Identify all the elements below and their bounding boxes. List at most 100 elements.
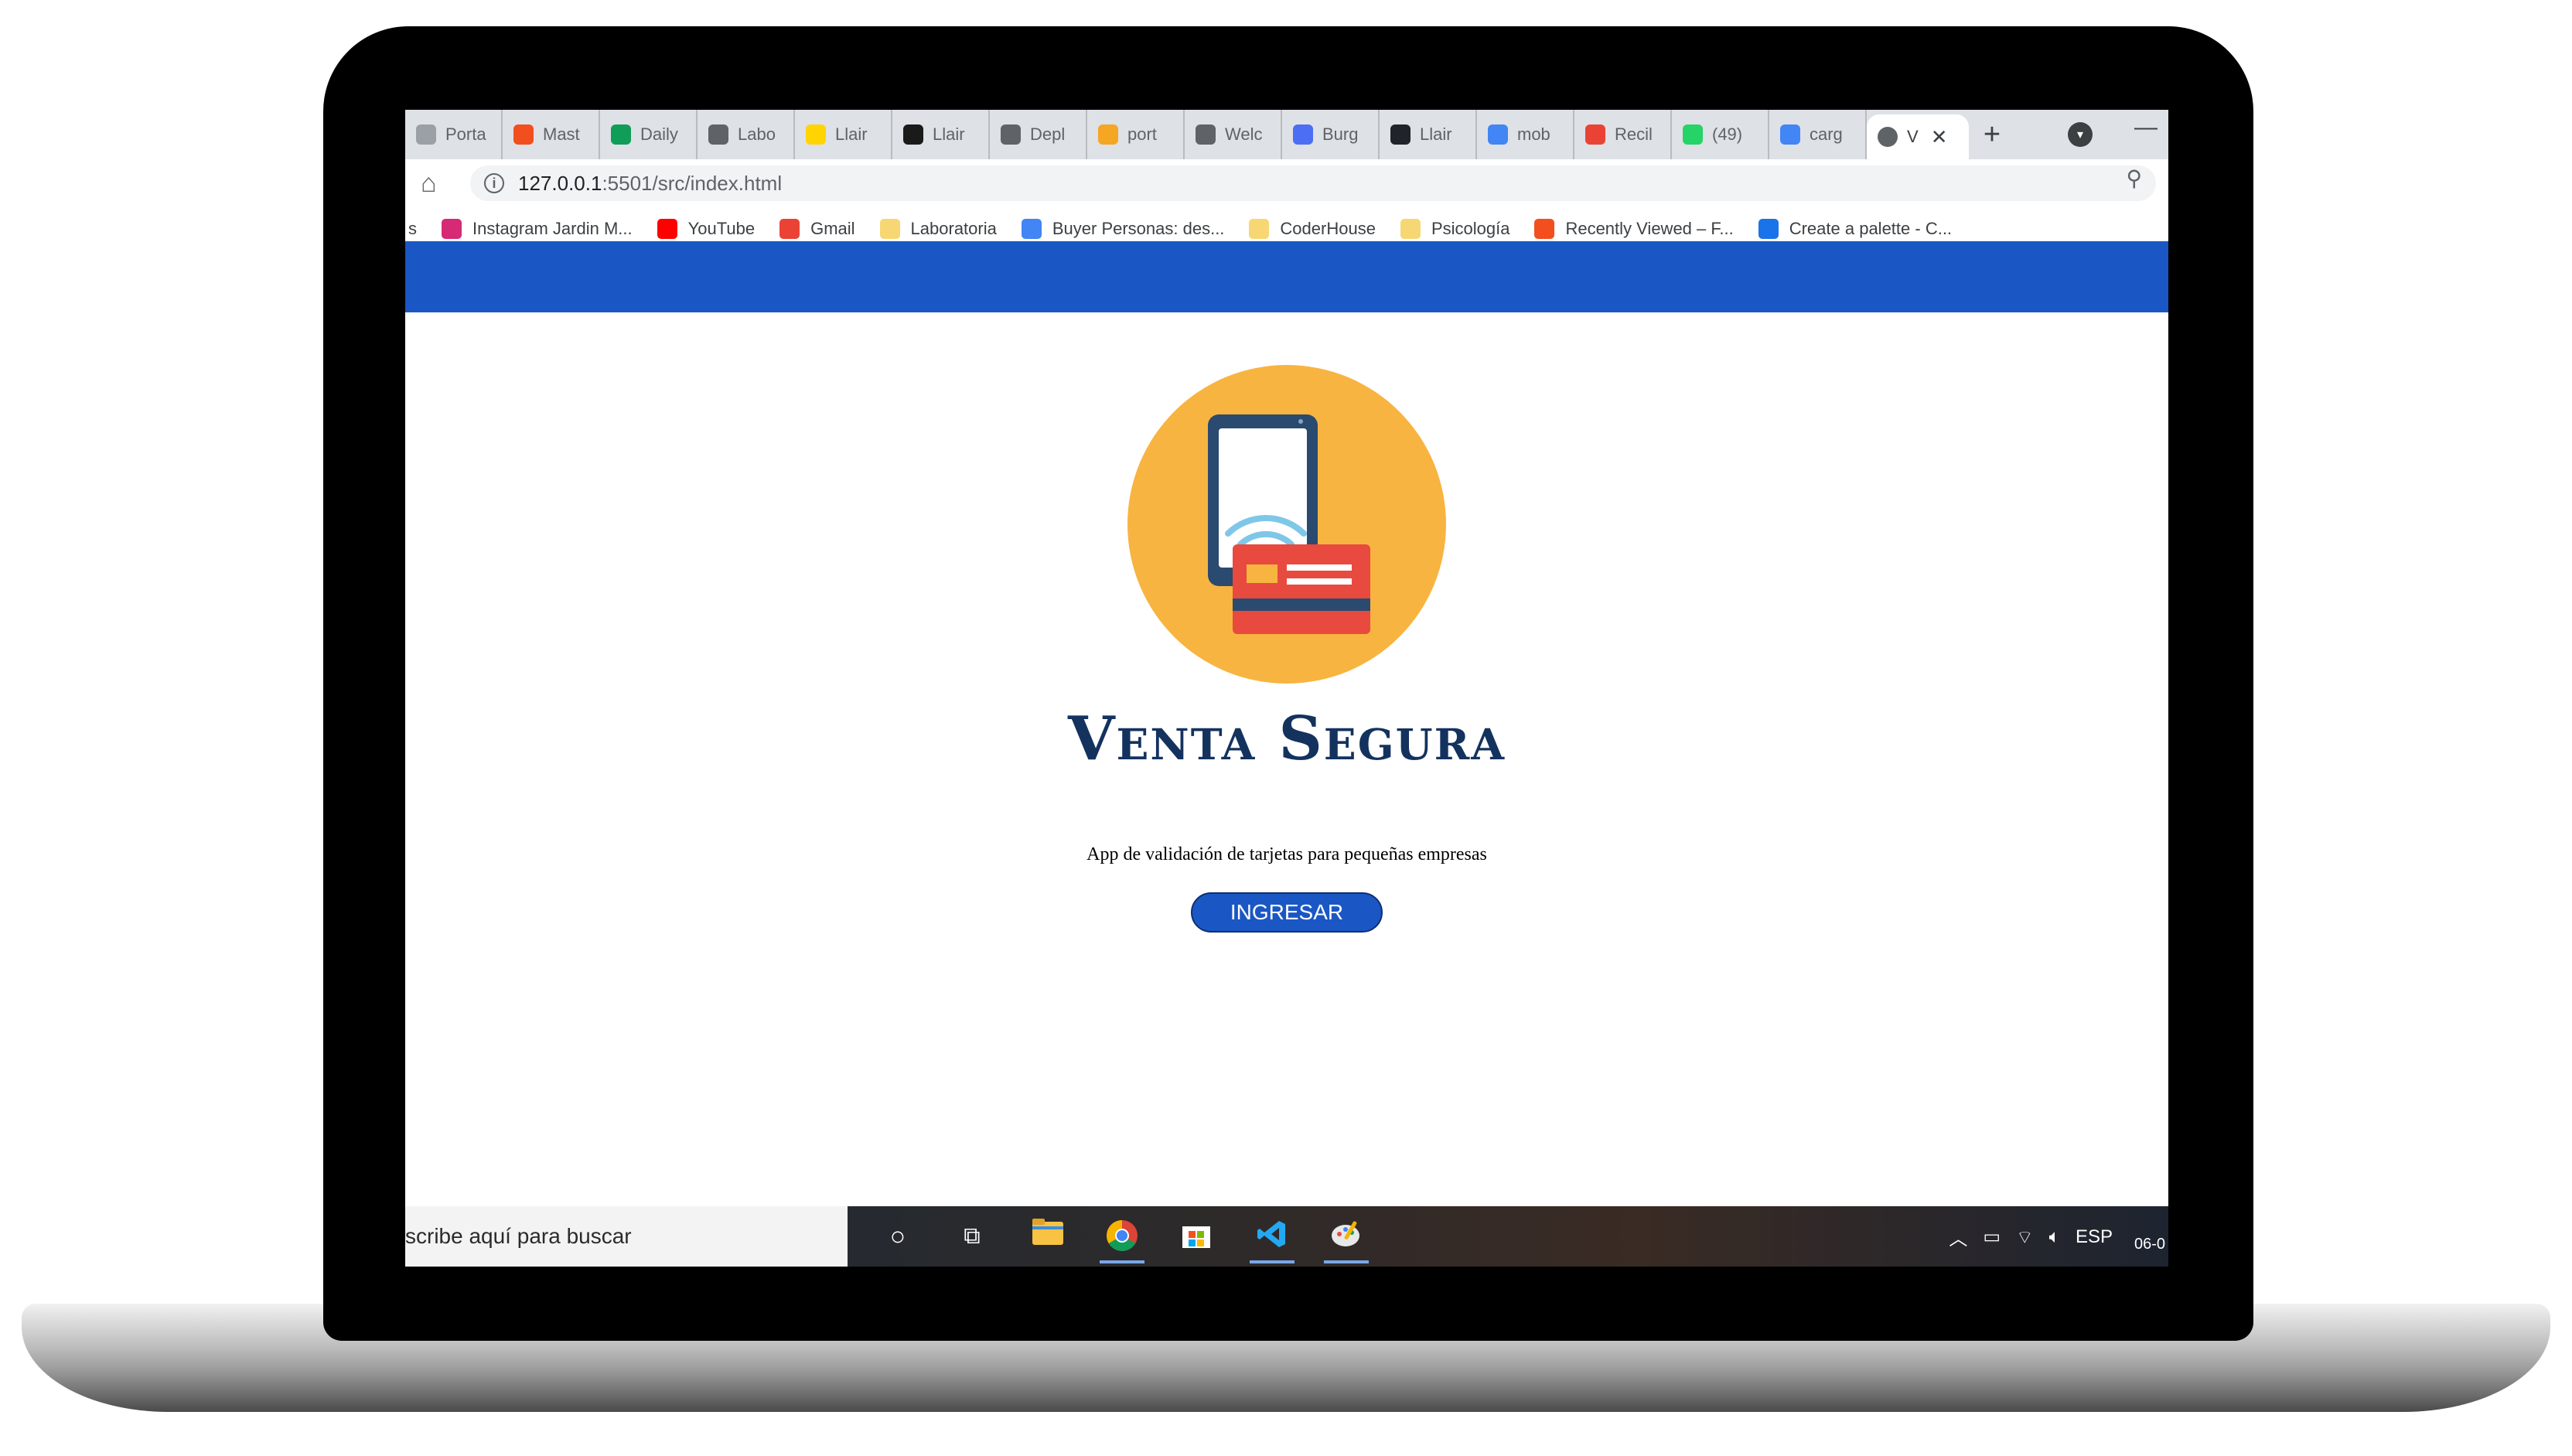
browser-tab[interactable]: Porta — [405, 110, 503, 159]
browser-tab-active[interactable]: V ✕ — [1867, 114, 1969, 159]
tab-favicon-icon — [1585, 124, 1605, 145]
store-icon[interactable] — [1179, 1219, 1214, 1254]
tab-title: Depl — [1030, 124, 1066, 144]
tab-title: Labo — [738, 124, 776, 144]
browser-tab[interactable]: Daily — [600, 110, 698, 159]
bookmark-item[interactable]: Create a palette - C... — [1758, 219, 1952, 239]
credit-card-icon — [1233, 544, 1370, 634]
browser-tab[interactable]: Recil — [1574, 110, 1672, 159]
card-stripe — [1233, 598, 1370, 611]
bookmark-label: Create a palette - C... — [1789, 219, 1953, 238]
bookmark-label: Psicología — [1431, 219, 1510, 238]
folder-icon — [1400, 219, 1421, 239]
battery-icon[interactable]: ▭ — [1983, 1226, 2001, 1248]
browser-tab[interactable]: Llair — [892, 110, 990, 159]
bookmark-item[interactable]: YouTube — [657, 219, 755, 239]
coolors-icon — [1758, 219, 1779, 239]
bookmark-item[interactable]: Recently Viewed – F... — [1534, 219, 1734, 239]
browser-tab[interactable]: Llair — [1380, 110, 1477, 159]
tab-favicon-icon — [1293, 124, 1313, 145]
tagline: App de validación de tarjetas para peque… — [1086, 844, 1487, 864]
tab-favicon-icon — [1488, 124, 1508, 145]
tab-favicon-icon — [903, 124, 923, 145]
bookmark-item[interactable]: Gmail — [779, 219, 855, 239]
tab-favicon-icon — [1780, 124, 1800, 145]
bookmark-label: Recently Viewed – F... — [1565, 219, 1734, 238]
taskbar-search-input[interactable]: scribe aquí para buscar — [405, 1206, 848, 1267]
browser-tab[interactable]: Welc — [1185, 110, 1282, 159]
tab-favicon-icon — [806, 124, 826, 145]
tab-favicon-icon — [416, 124, 436, 145]
info-icon[interactable]: i — [484, 173, 504, 193]
tab-title: mob — [1517, 124, 1550, 144]
gmail-icon — [779, 219, 800, 239]
youtube-icon — [657, 219, 677, 239]
tab-title: Llair — [835, 124, 868, 144]
tab-title: carg — [1810, 124, 1843, 144]
clock-date[interactable]: 06-0 — [2134, 1236, 2165, 1253]
tab-title: V — [1907, 127, 1919, 146]
tab-favicon-icon — [1001, 124, 1021, 145]
browser-tab[interactable]: Mast — [503, 110, 600, 159]
browser-tab[interactable]: Depl — [990, 110, 1087, 159]
windows-taskbar: scribe aquí para buscar ○ ⧉ ︿ ▭ ⌔ 🔈︎ ESP… — [405, 1206, 2168, 1267]
chrome-icon[interactable] — [1104, 1219, 1140, 1254]
tab-favicon-icon — [1098, 124, 1118, 145]
tab-strip: Porta Mast Daily Labo Llair Llair Depl port Welc… — [405, 110, 2168, 159]
bookmark-item[interactable]: Psicología — [1400, 219, 1510, 239]
browser-tab[interactable]: Burg — [1282, 110, 1380, 159]
card-chip — [1247, 564, 1277, 583]
bookmark-label: Laboratoria — [910, 219, 997, 238]
chrome-active-indicator — [1100, 1260, 1144, 1263]
browser-tab[interactable]: Llair — [795, 110, 892, 159]
doc-icon — [1021, 219, 1042, 239]
vscode-icon[interactable] — [1254, 1219, 1290, 1254]
language-indicator[interactable]: ESP — [2076, 1226, 2113, 1248]
new-tab-button[interactable]: + — [1969, 118, 2015, 152]
folder-icon — [1249, 219, 1270, 239]
browser-tab[interactable]: mob — [1477, 110, 1574, 159]
file-explorer-icon[interactable] — [1030, 1219, 1066, 1254]
tab-favicon-icon — [1683, 124, 1703, 145]
phone-camera — [1298, 419, 1303, 424]
card-line-1 — [1287, 564, 1352, 571]
tab-title: Llair — [933, 124, 965, 144]
bookmark-item[interactable]: Buyer Personas: des... — [1021, 219, 1225, 239]
ingresar-button[interactable]: INGRESAR — [1191, 892, 1383, 933]
address-bar: ⌂ i 127.0.0.1:5501/src/index.html ⚲ — [405, 159, 2168, 207]
chevron-up-icon[interactable]: ︿ — [1949, 1223, 1967, 1250]
browser-tab[interactable]: port — [1087, 110, 1185, 159]
cortana-icon[interactable]: ○ — [880, 1219, 916, 1254]
zoom-icon[interactable]: ⚲ — [2126, 165, 2142, 191]
wifi-icon[interactable]: ⌔ — [2016, 1226, 2034, 1249]
task-view-icon[interactable]: ⧉ — [954, 1219, 990, 1254]
bookmark-item[interactable]: Instagram Jardin M... — [442, 219, 633, 239]
close-tab-icon[interactable]: ✕ — [1931, 125, 1948, 149]
paint-active-indicator — [1324, 1260, 1369, 1263]
browser-tab[interactable]: carg — [1769, 110, 1867, 159]
browser-tab[interactable]: Labo — [698, 110, 795, 159]
bookmark-item[interactable]: Laboratoria — [879, 219, 997, 239]
screen: Porta Mast Daily Labo Llair Llair Depl port Welc… — [405, 110, 2168, 1267]
bookmark-label: Gmail — [810, 219, 855, 238]
paint-icon[interactable] — [1329, 1219, 1364, 1254]
tab-search-button[interactable]: ▾ — [2068, 122, 2093, 147]
bookmark-item[interactable]: s — [408, 219, 417, 239]
bookmark-label: CoderHouse — [1280, 219, 1376, 238]
bookmark-label: Buyer Personas: des... — [1052, 219, 1225, 238]
bookmark-item[interactable]: CoderHouse — [1249, 219, 1376, 239]
home-icon[interactable]: ⌂ — [421, 169, 437, 199]
minimize-button[interactable]: — — [2134, 114, 2158, 141]
system-tray: ︿ ▭ ⌔ 🔈︎ ESP — [1949, 1223, 2113, 1250]
page-navbar — [405, 241, 2168, 312]
volume-icon[interactable]: 🔈︎ — [2049, 1226, 2060, 1248]
tab-favicon-icon — [708, 124, 728, 145]
browser-tab[interactable]: (49) — [1672, 110, 1769, 159]
tab-title: (49) — [1712, 124, 1743, 144]
omnibox[interactable]: i 127.0.0.1:5501/src/index.html — [470, 165, 2156, 201]
tab-title: Burg — [1322, 124, 1359, 144]
tab-title: port — [1127, 124, 1157, 144]
card-line-2 — [1287, 578, 1352, 585]
folder-icon — [879, 219, 900, 239]
url-text[interactable]: 127.0.0.1:5501/src/index.html — [518, 172, 782, 196]
